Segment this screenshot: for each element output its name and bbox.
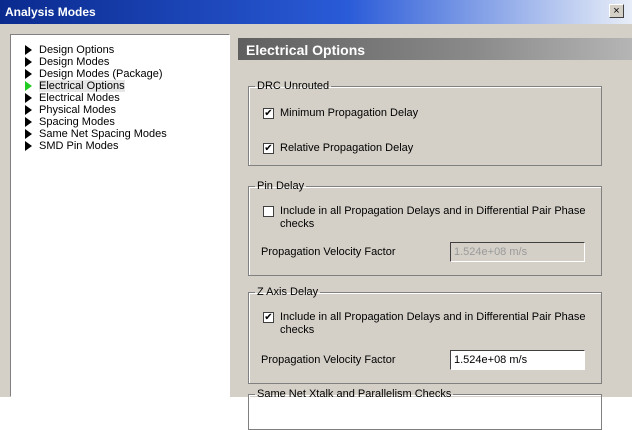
pin-delay-include-row[interactable]: Include in all Propagation Delays and in… (263, 205, 593, 234)
pin-delay-include-label: Include in all Propagation Delays and in… (280, 205, 586, 230)
tree-item[interactable]: Electrical Options (11, 80, 229, 92)
z-axis-velocity-input[interactable]: 1.524e+08 m/s (450, 350, 585, 370)
drc-unrouted-group: DRC Unrouted ✔ Minimum Propagation Delay… (248, 80, 602, 166)
triangle-right-icon[interactable] (25, 141, 32, 151)
triangle-right-icon[interactable] (25, 57, 32, 67)
tree-item-label: Spacing Modes (39, 116, 115, 128)
title-bar: Analysis Modes × (0, 0, 632, 24)
tree-item[interactable]: Design Options (11, 44, 229, 56)
tree-item-label: Design Modes (39, 56, 110, 68)
triangle-right-icon[interactable] (25, 93, 32, 103)
tree-item[interactable]: Electrical Modes (11, 92, 229, 104)
z-axis-include-label: Include in all Propagation Delays and in… (280, 311, 586, 336)
triangle-right-icon[interactable] (25, 105, 32, 115)
pin-delay-velocity-input[interactable]: 1.524e+08 m/s (450, 242, 585, 262)
options-tree: Design Options Design Modes Design Modes (… (10, 34, 230, 397)
pin-delay-group: Pin Delay Include in all Propagation Del… (248, 180, 602, 276)
min-prop-delay-row[interactable]: ✔ Minimum Propagation Delay (263, 107, 583, 122)
triangle-right-icon[interactable] (25, 81, 32, 91)
min-prop-delay-checkbox[interactable]: ✔ (263, 108, 274, 119)
triangle-right-icon[interactable] (25, 69, 32, 79)
triangle-right-icon[interactable] (25, 45, 32, 55)
tree-item-label: Electrical Options (39, 80, 125, 92)
z-axis-include-checkbox[interactable]: ✔ (263, 312, 274, 323)
tree-item-label: Physical Modes (39, 104, 117, 116)
z-axis-include-row[interactable]: ✔ Include in all Propagation Delays and … (263, 311, 593, 340)
pin-delay-legend: Pin Delay (257, 180, 305, 192)
triangle-right-icon[interactable] (25, 129, 32, 139)
panel-title: Electrical Options (246, 42, 366, 58)
drc-unrouted-legend: DRC Unrouted (257, 80, 330, 92)
same-net-legend: Same Net Xtalk and Parallelism Checks (257, 388, 452, 400)
dialog-body: Design Options Design Modes Design Modes (… (0, 24, 632, 430)
tree-item[interactable]: Design Modes (Package) (11, 68, 229, 80)
electrical-options-panel: Electrical Options DRC Unrouted ✔ Minimu… (238, 38, 632, 430)
z-axis-delay-group: Z Axis Delay ✔ Include in all Propagatio… (248, 286, 602, 384)
tree-item-label: Design Options (39, 44, 115, 56)
pin-delay-velocity-label: Propagation Velocity Factor (261, 246, 396, 258)
rel-prop-delay-row[interactable]: ✔ Relative Propagation Delay (263, 142, 583, 157)
z-axis-velocity-label: Propagation Velocity Factor (261, 354, 396, 366)
tree-item[interactable]: Physical Modes (11, 104, 229, 116)
z-axis-delay-legend: Z Axis Delay (257, 286, 319, 298)
panel-header: Electrical Options (238, 38, 632, 60)
tree-item-label: Same Net Spacing Modes (39, 128, 167, 140)
window-title: Analysis Modes (5, 5, 96, 19)
min-prop-delay-label: Minimum Propagation Delay (280, 107, 419, 119)
tree-item[interactable]: Same Net Spacing Modes (11, 128, 229, 140)
tree-item[interactable]: SMD Pin Modes (11, 140, 229, 152)
triangle-right-icon[interactable] (25, 117, 32, 127)
tree-item-label: Design Modes (Package) (39, 68, 163, 80)
pin-delay-include-checkbox[interactable] (263, 206, 274, 217)
tree-item-label: SMD Pin Modes (39, 140, 119, 152)
rel-prop-delay-label: Relative Propagation Delay (280, 142, 414, 154)
tree-item[interactable]: Design Modes (11, 56, 229, 68)
tree-item-label: Electrical Modes (39, 92, 120, 104)
same-net-group: Same Net Xtalk and Parallelism Checks (248, 388, 602, 430)
rel-prop-delay-checkbox[interactable]: ✔ (263, 143, 274, 154)
tree-item[interactable]: Spacing Modes (11, 116, 229, 128)
close-button[interactable]: × (609, 4, 624, 18)
